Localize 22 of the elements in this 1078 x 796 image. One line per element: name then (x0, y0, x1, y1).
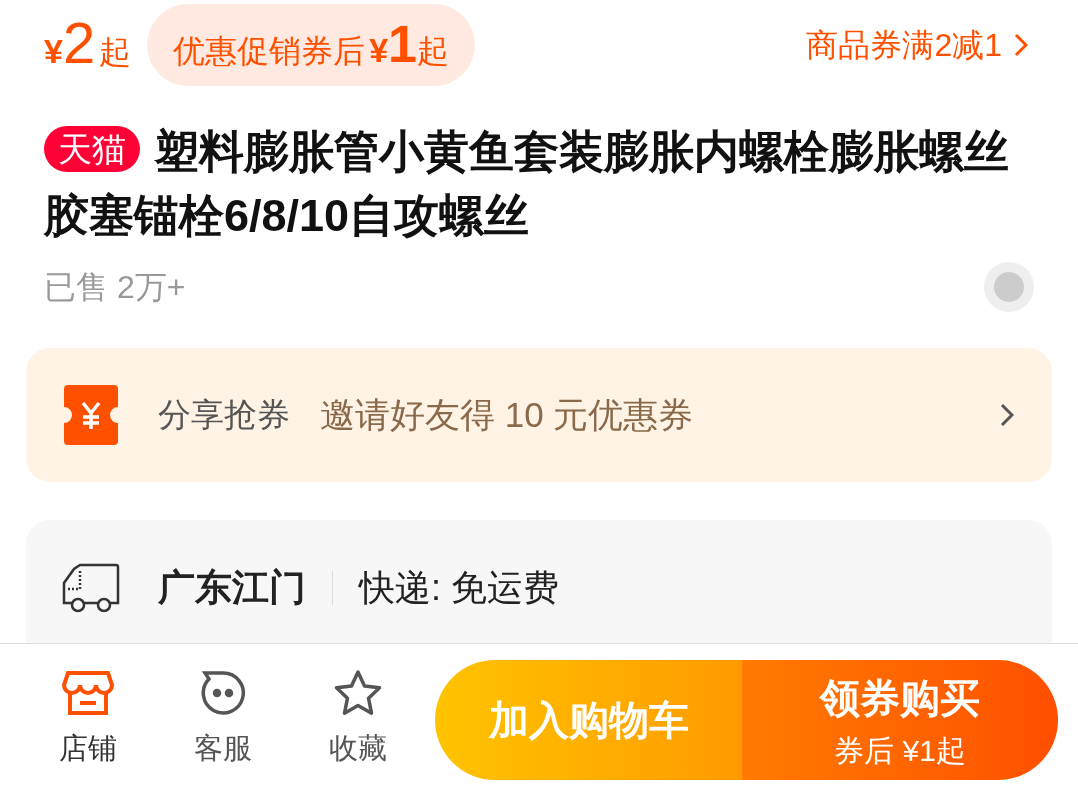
price: ¥2 起 (44, 13, 132, 77)
shipping-method: 快递: 免运费 (359, 565, 559, 610)
buy-subtext: 券后 ¥1起 (834, 732, 966, 769)
avatar (984, 262, 1034, 312)
buy-label: 领券购买 (820, 674, 980, 722)
promo-price-pill: 优惠促销券后¥1起 (147, 4, 476, 86)
chevron-right-icon (1014, 33, 1028, 57)
share-label: 分享抢券 (158, 395, 290, 436)
product-title: 天猫 塑料膨胀管小黄鱼套装膨胀内螺栓膨胀螺丝胶塞锚栓6/8/10自攻螺丝 (42, 125, 1010, 243)
ship-origin: 广东江门 (158, 566, 306, 610)
truck-icon (62, 562, 120, 613)
share-coupon-card[interactable]: 分享抢券 邀请好友得 10 元优惠券 (26, 348, 1052, 482)
share-text: 邀请好友得 10 元优惠券 (320, 393, 694, 436)
store-icon (61, 669, 114, 718)
tmall-badge: 天猫 (44, 126, 140, 172)
coupon-ticket-icon (64, 385, 118, 445)
nav-tab[interactable]: 店铺 (20, 669, 155, 771)
sold-count: 已售 2万+ (44, 268, 186, 307)
chevron-right-icon (1000, 403, 1014, 427)
star-icon (332, 669, 383, 718)
nav-tab[interactable]: 收藏 (290, 669, 425, 771)
nav-tab[interactable]: 客服 (155, 669, 290, 771)
